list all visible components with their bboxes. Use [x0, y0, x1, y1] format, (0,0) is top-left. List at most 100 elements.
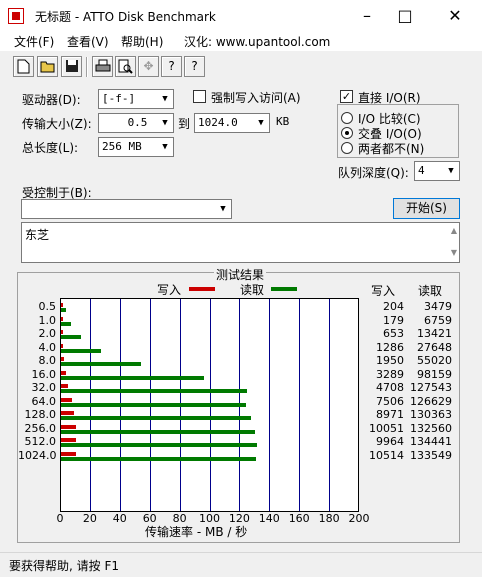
row-label: 128.0	[24, 408, 57, 421]
total-length-select[interactable]: 256 MB ▼	[98, 137, 174, 157]
start-button[interactable]: 开始(S)	[393, 198, 460, 219]
menu-file[interactable]: 文件(F)	[14, 33, 54, 50]
app-icon	[8, 8, 24, 24]
read-bar	[61, 443, 258, 447]
queue-depth-select[interactable]: 4 ▼	[414, 161, 460, 181]
write-bar	[61, 411, 75, 415]
read-bar	[61, 321, 71, 326]
controlled-by-select[interactable]: ▼	[21, 199, 232, 219]
scroll-down-icon[interactable]: ▼	[451, 248, 457, 257]
new-file-icon[interactable]	[13, 56, 34, 77]
save-icon[interactable]	[61, 56, 82, 77]
total-length-value: 256 MB	[102, 140, 142, 153]
read-bar	[61, 416, 252, 420]
read-bar	[61, 456, 256, 461]
print-icon[interactable]	[92, 56, 113, 77]
drive-value: [-f-]	[102, 92, 136, 105]
read-value: 55020	[417, 354, 452, 367]
print-preview-icon[interactable]	[115, 56, 136, 77]
overlapped-io-radio[interactable]	[341, 127, 353, 139]
help-icon[interactable]: ?	[161, 56, 182, 77]
force-write-checkbox[interactable]	[193, 90, 206, 103]
close-button[interactable]: ✕	[432, 0, 478, 31]
write-bar	[61, 370, 66, 375]
read-bar	[61, 348, 102, 353]
write-bar	[61, 438, 76, 442]
transfer-to-select[interactable]: 1024.0 ▼	[194, 113, 270, 133]
menu-help[interactable]: 帮助(H)	[121, 33, 163, 50]
x-tick-label: 0	[56, 512, 64, 525]
x-tick-label: 40	[112, 512, 127, 525]
context-help-icon[interactable]: ?	[184, 56, 205, 77]
write-value: 204	[383, 300, 404, 313]
direct-io-checkbox[interactable]: ✓	[340, 90, 353, 103]
legend-write-swatch	[189, 287, 215, 291]
write-value: 1950	[376, 354, 404, 367]
io-compare-radio[interactable]	[341, 112, 353, 124]
write-bar	[61, 384, 68, 388]
read-value: 27648	[417, 340, 452, 354]
read-bar	[61, 429, 255, 434]
row-label: 32.0	[31, 381, 57, 394]
write-value: 1286	[376, 340, 404, 354]
read-value: 13421	[417, 327, 452, 340]
chevron-down-icon: ▼	[215, 200, 231, 218]
title-bar: 无标题 - ATTO Disk Benchmark – □ ✕	[0, 0, 482, 31]
status-bar: 要获得帮助, 请按 F1	[0, 552, 482, 577]
read-value: 3479	[424, 300, 452, 313]
row-label: 0.5	[38, 300, 57, 313]
row-label: 256.0	[24, 421, 57, 435]
row-label: 1024.0	[18, 448, 57, 462]
write-value: 10051	[369, 421, 404, 435]
window-title: 无标题 - ATTO Disk Benchmark	[35, 10, 216, 24]
write-value: 8971	[376, 408, 404, 421]
maximize-button[interactable]: □	[382, 0, 428, 31]
legend-read-label: 读取	[240, 283, 265, 297]
drive-select[interactable]: [-f-] ▼	[98, 89, 174, 109]
description-field[interactable]: 东芝 ▲ ▼	[21, 222, 460, 263]
read-value: 134441	[410, 435, 452, 448]
scroll-up-icon[interactable]: ▲	[451, 226, 457, 235]
read-bar	[61, 362, 142, 366]
row-label: 4.0	[38, 340, 57, 354]
x-axis-label: 传输速率 - MB / 秒	[145, 525, 248, 539]
write-value: 179	[383, 313, 404, 327]
row-label: 16.0	[31, 367, 57, 381]
legend-read-swatch	[271, 287, 297, 291]
read-bar	[61, 375, 205, 380]
open-folder-icon[interactable]	[37, 56, 58, 77]
toolbar-separator	[86, 57, 88, 77]
write-value: 3289	[376, 367, 404, 381]
read-column-header: 读取	[418, 284, 443, 298]
transfer-size-label: 传输大小(Z):	[22, 117, 92, 131]
chevron-down-icon: ▼	[157, 90, 173, 108]
neither-radio[interactable]	[341, 142, 353, 154]
read-bar	[61, 389, 248, 393]
write-bar	[61, 397, 72, 402]
status-text: 要获得帮助, 请按 F1	[9, 559, 119, 573]
menu-view[interactable]: 查看(V)	[67, 33, 109, 50]
x-tick-label: 200	[348, 512, 370, 525]
move-icon[interactable]: ✥	[138, 56, 159, 77]
read-value: 98159	[417, 367, 452, 381]
write-value: 653	[383, 327, 404, 340]
menu-credit[interactable]: 汉化: www.upantool.com	[184, 33, 330, 50]
read-value: 130363	[410, 408, 452, 421]
transfer-from-select[interactable]: 0.5 ▼	[98, 113, 174, 133]
chart-gridline	[299, 299, 301, 511]
read-value: 132560	[410, 421, 452, 435]
check-icon: ✓	[341, 90, 352, 103]
row-label: 1.0	[38, 313, 57, 327]
read-bar	[61, 335, 81, 339]
chart-gridline	[269, 299, 271, 511]
transfer-from-value: 0.5	[127, 116, 148, 129]
write-value: 10514	[369, 448, 404, 462]
read-value: 6759	[424, 313, 452, 327]
x-tick-label: 20	[82, 512, 97, 525]
write-column-header: 写入	[371, 284, 396, 298]
force-write-label: 强制写入访问(A)	[211, 91, 301, 105]
total-length-label: 总长度(L):	[22, 141, 79, 155]
read-bar	[61, 402, 246, 407]
write-value: 4708	[376, 381, 404, 394]
chevron-down-icon: ▼	[157, 114, 173, 132]
